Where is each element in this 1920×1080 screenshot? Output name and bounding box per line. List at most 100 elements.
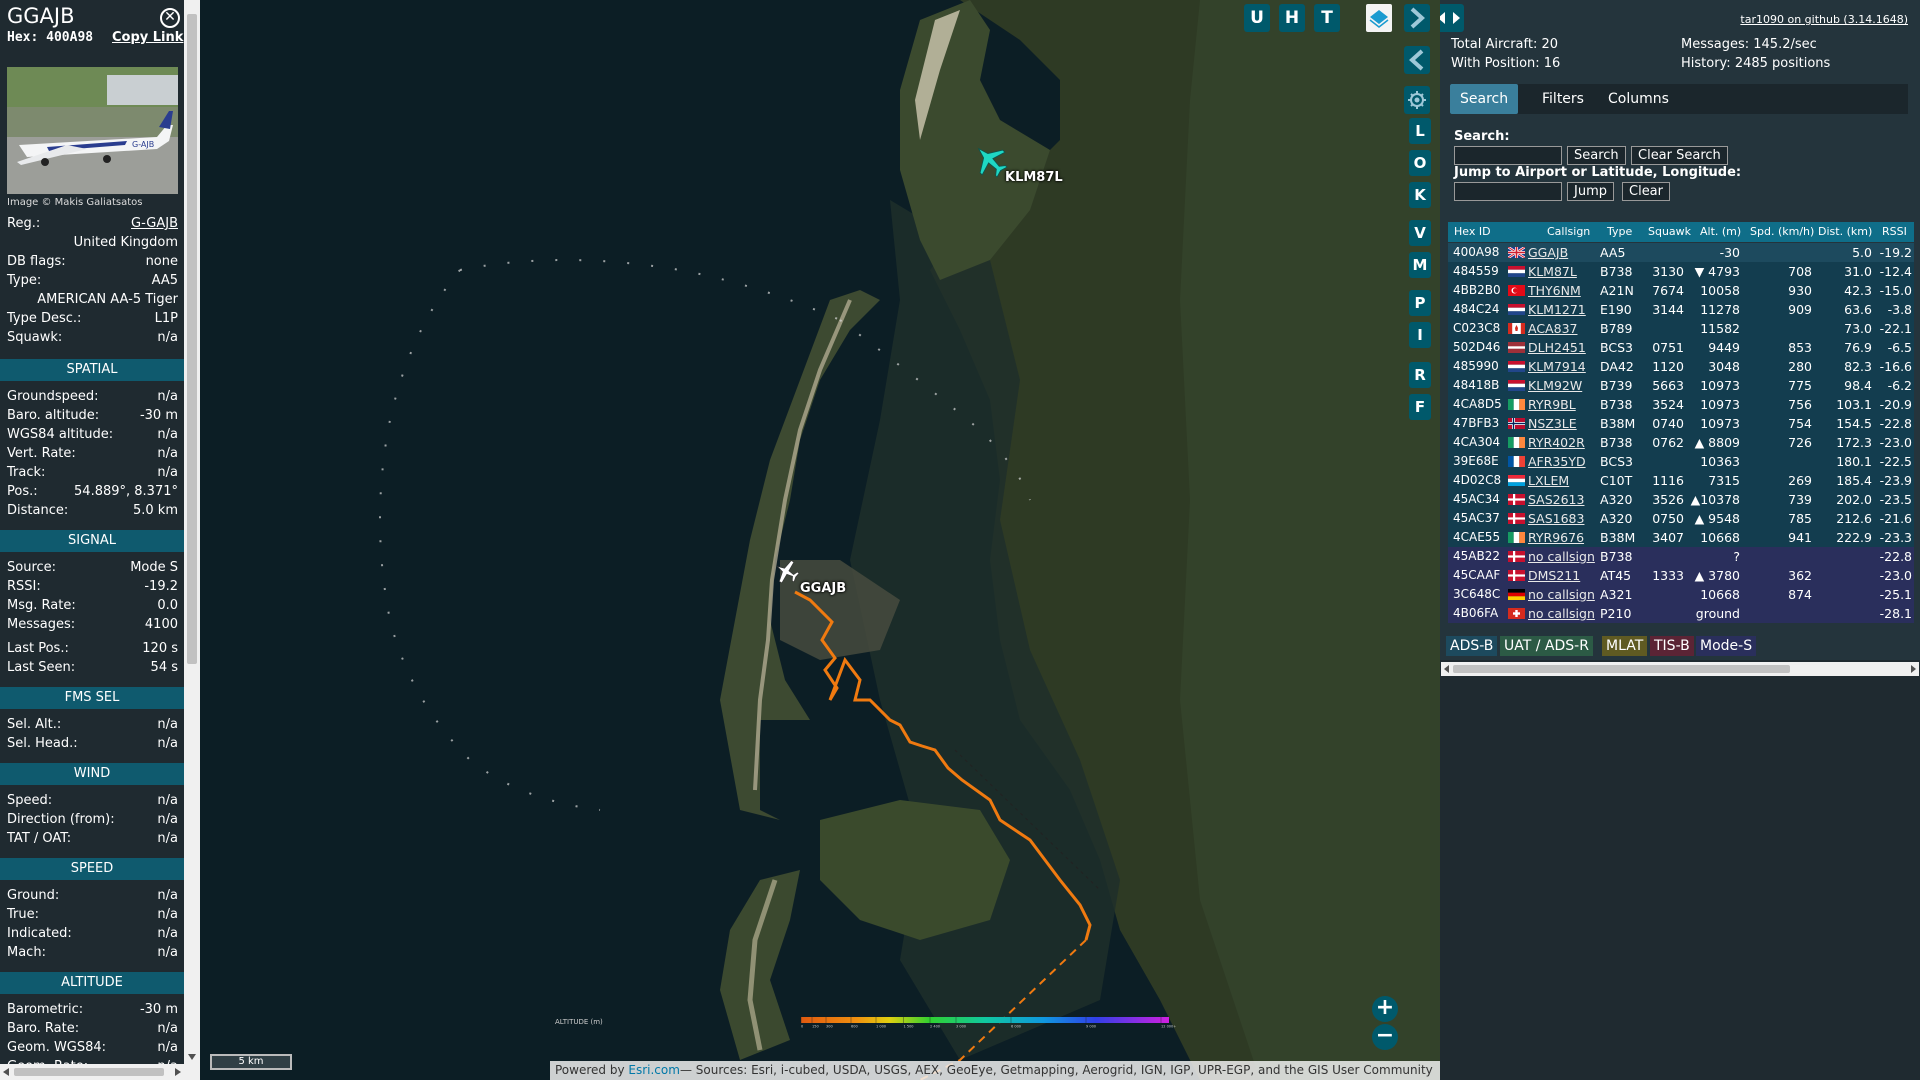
cell-callsign[interactable]: GGAJB [1528, 243, 1606, 262]
copy-link-button[interactable]: Copy Link [112, 30, 183, 45]
cell-callsign[interactable]: SAS1683 [1528, 509, 1606, 528]
cell-callsign[interactable]: RYR9BL [1528, 395, 1606, 414]
info-row-key: Distance: [7, 503, 69, 518]
column-header[interactable]: Squawk [1648, 222, 1691, 242]
column-header[interactable]: Dist. (km) [1818, 222, 1872, 242]
map-layer-r-button[interactable]: R [1409, 362, 1431, 388]
map-view[interactable]: KLM87L GGAJB U H T LOKVMPIRF + − ALTITUD… [200, 0, 1440, 1080]
table-row[interactable]: 48418B KLM92W B739 5663 10973 775 98.4 -6.2 [1448, 376, 1914, 395]
attribution-esri-link[interactable]: Esri.com [628, 1063, 680, 1077]
table-scroll-thumb[interactable] [1453, 665, 1790, 673]
search-button[interactable]: Search [1567, 146, 1626, 165]
settings-button[interactable] [1404, 86, 1430, 114]
column-header[interactable]: Alt. (m) [1700, 222, 1741, 242]
table-row[interactable]: 400A98 GGAJB AA5 -30 5.0 -19.2 [1448, 243, 1914, 262]
info-hscroll-thumb[interactable] [14, 1068, 164, 1076]
table-row[interactable]: 4CAE55 RYR9676 B38M 3407 10668 941 222.9 -23.3 [1448, 528, 1914, 547]
map-layer-i-button[interactable]: I [1409, 322, 1431, 348]
column-header[interactable]: RSSI [1882, 222, 1907, 242]
table-row[interactable]: 45AC37 SAS1683 A320 0750 ▲ 9548 785 212.6 -21.6 [1448, 509, 1914, 528]
jump-button[interactable]: Jump [1567, 182, 1614, 201]
table-row[interactable]: 45CAAF DMS211 AT45 1333 ▲ 3780 362 -23.0 [1448, 566, 1914, 585]
info-horizontal-scrollbar[interactable] [0, 1064, 200, 1080]
cell-callsign[interactable]: SAS2613 [1528, 490, 1606, 509]
table-row[interactable]: 502D46 DLH2451 BCS3 0751 9449 853 76.9 -6.5 [1448, 338, 1914, 357]
cell-callsign[interactable]: no callsign [1528, 585, 1606, 604]
clear-search-button[interactable]: Clear Search [1631, 146, 1728, 165]
registration-link[interactable]: G-GAJB [131, 216, 178, 231]
scroll-right-icon[interactable] [175, 1068, 181, 1076]
zoom-in-button[interactable]: + [1372, 996, 1398, 1022]
toggle-u-button[interactable]: U [1244, 4, 1270, 32]
cell-squawk: 0740 [1652, 416, 1684, 431]
table-row[interactable]: 47BFB3 NSZ3LE B38M 0740 10973 754 154.5 -22.8 [1448, 414, 1914, 433]
cell-callsign[interactable]: NSZ3LE [1528, 414, 1606, 433]
map-layer-p-button[interactable]: P [1409, 290, 1431, 316]
collapse-sidebar-button[interactable] [1404, 46, 1430, 74]
info-scroll-thumb[interactable] [187, 14, 197, 664]
table-row[interactable]: 45AB22 no callsign B738? -22.8 [1448, 547, 1914, 566]
scroll-down-icon[interactable] [188, 1054, 196, 1060]
expand-sidebar-button[interactable] [1404, 4, 1430, 32]
cell-callsign[interactable]: no callsign [1528, 604, 1606, 623]
klm87l-label[interactable]: KLM87L [1005, 170, 1063, 185]
tab-search[interactable]: Search [1450, 84, 1519, 114]
info-vertical-scrollbar[interactable] [184, 0, 200, 1064]
cell-callsign[interactable]: RYR9676 [1528, 528, 1606, 547]
cell-callsign[interactable]: no callsign [1528, 547, 1606, 566]
map-layer-k-button[interactable]: K [1409, 182, 1431, 208]
table-horizontal-scrollbar[interactable] [1441, 662, 1919, 676]
cell-callsign[interactable]: KLM7914 [1528, 357, 1606, 376]
table-row[interactable]: 484C24 KLM1271 E190 3144 11278 909 63.6 -3.8 [1448, 300, 1914, 319]
cell-type: P210 [1600, 606, 1632, 621]
tab-columns[interactable]: Columns [1598, 84, 1679, 114]
scroll-right-icon[interactable] [1911, 665, 1916, 673]
ggajb-label[interactable]: GGAJB [800, 581, 846, 596]
tab-filters[interactable]: Filters [1532, 84, 1594, 114]
table-row[interactable]: 4D02C8 LXLEM C10T 1116 7315 269 185.4 -23.9 [1448, 471, 1914, 490]
column-header[interactable]: Type [1607, 222, 1632, 242]
table-row[interactable]: 4CA8D5 RYR9BL B738 3524 10973 756 103.1 -20.9 [1448, 395, 1914, 414]
cell-callsign[interactable]: ACA837 [1528, 319, 1606, 338]
column-header[interactable]: Callsign [1547, 222, 1590, 242]
close-icon[interactable]: ✕ [160, 8, 180, 28]
cell-callsign[interactable]: DLH2451 [1528, 338, 1606, 357]
cell-callsign[interactable]: KLM92W [1528, 376, 1606, 395]
table-row[interactable]: 45AC34 SAS2613 A320 3526 ▲10378 739 202.0 -23.5 [1448, 490, 1914, 509]
aircraft-photo[interactable]: G-AJB [7, 67, 178, 194]
map-layer-f-button[interactable]: F [1409, 394, 1431, 420]
cell-callsign[interactable]: RYR402R [1528, 433, 1606, 452]
clear-jump-button[interactable]: Clear [1622, 182, 1670, 201]
table-row[interactable]: 4CA304 RYR402R B738 0762 ▲ 8809 726 172.3 -23.0 [1448, 433, 1914, 452]
table-row[interactable]: 4B06FA no callsign P210 ground -28.1 [1448, 604, 1914, 623]
search-input[interactable] [1454, 146, 1562, 165]
column-header[interactable]: Hex ID [1454, 222, 1491, 242]
map-layer-m-button[interactable]: M [1409, 252, 1431, 278]
table-row[interactable]: 4BB2B0 THY6NM A21N 7674 10058 930 42.3 -15.0 [1448, 281, 1914, 300]
cell-callsign[interactable]: KLM1271 [1528, 300, 1606, 319]
github-version-link[interactable]: tar1090 on github (3.14.1648) [1740, 13, 1908, 26]
cell-callsign[interactable]: DMS211 [1528, 566, 1606, 585]
table-row[interactable]: 484559 KLM87L B738 3130 ▼ 4793 708 31.0 -12.4 [1448, 262, 1914, 281]
table-row[interactable]: 485990 KLM7914 DA42 1120 3048 280 82.3 -16.6 [1448, 357, 1914, 376]
zoom-out-button[interactable]: − [1372, 1024, 1398, 1050]
map-layer-v-button[interactable]: V [1409, 220, 1431, 246]
scroll-left-icon[interactable] [1444, 665, 1449, 673]
map-layer-l-button[interactable]: L [1409, 118, 1431, 144]
toggle-sidebar-width-button[interactable] [1440, 4, 1464, 32]
toggle-h-button[interactable]: H [1279, 4, 1305, 32]
cell-callsign[interactable]: KLM87L [1528, 262, 1606, 281]
column-header[interactable]: Spd. (km/h) [1750, 222, 1814, 242]
jump-input[interactable] [1454, 182, 1562, 201]
cell-spd: 280 [1788, 359, 1812, 374]
table-row[interactable]: C023C8 ACA837 B789 11582 73.0 -22.1 [1448, 319, 1914, 338]
cell-callsign[interactable]: THY6NM [1528, 281, 1606, 300]
cell-callsign[interactable]: LXLEM [1528, 471, 1606, 490]
map-layer-o-button[interactable]: O [1409, 150, 1431, 176]
scroll-left-icon[interactable] [3, 1068, 9, 1076]
toggle-t-button[interactable]: T [1314, 4, 1340, 32]
table-row[interactable]: 3C648C no callsign A321 10668 874 -25.1 [1448, 585, 1914, 604]
layers-button[interactable] [1366, 4, 1392, 32]
cell-callsign[interactable]: AFR35YD [1528, 452, 1606, 471]
table-row[interactable]: 39E68E AFR35YD BCS3 10363 180.1 -22.5 [1448, 452, 1914, 471]
